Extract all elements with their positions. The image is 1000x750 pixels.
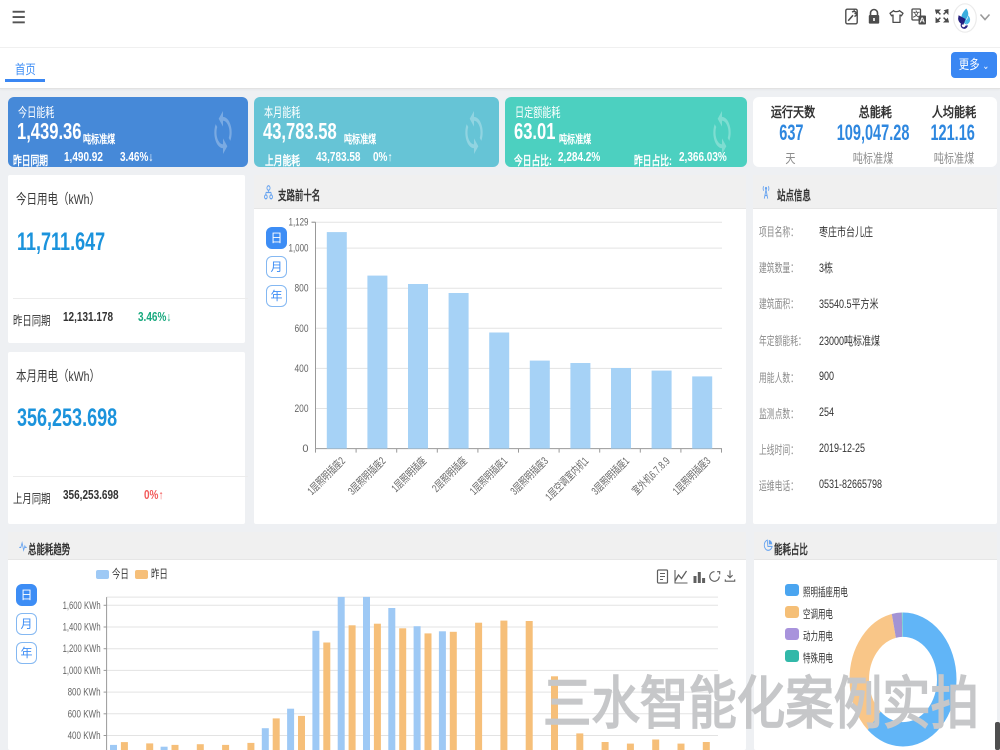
svg-text:1层空调室内机1: 1层空调室内机1 (542, 454, 591, 503)
svg-text:1,129: 1,129 (289, 217, 309, 229)
svg-text:室外机6.7.8.9: 室外机6.7.8.9 (629, 454, 673, 498)
svg-text:0: 0 (302, 443, 308, 455)
svg-text:600: 600 (295, 323, 309, 335)
svg-text:1层照明插座1: 1层照明插座1 (466, 454, 510, 498)
svg-text:800: 800 (295, 283, 309, 295)
svg-text:3层照明插座3: 3层照明插座3 (507, 454, 551, 498)
svg-text:1,200 KWh: 1,200 KWh (63, 643, 101, 655)
svg-text:1层照明插座: 1层照明插座 (388, 454, 429, 495)
svg-text:1,400 KWh: 1,400 KWh (63, 622, 101, 634)
svg-text:200: 200 (295, 403, 309, 415)
svg-text:2层照明插座: 2层照明插座 (429, 454, 470, 495)
svg-text:3层照明插座1: 3层照明插座1 (588, 454, 632, 498)
svg-text:400: 400 (295, 363, 309, 375)
svg-text:400 KWh: 400 KWh (68, 730, 101, 742)
svg-text:1,000: 1,000 (289, 243, 309, 255)
svg-text:1层照明插座2: 1层照明插座2 (304, 454, 348, 498)
svg-text:1,600 KWh: 1,600 KWh (63, 600, 101, 612)
svg-text:3层照明插座2: 3层照明插座2 (345, 454, 389, 498)
svg-text:600 KWh: 600 KWh (68, 708, 101, 720)
svg-text:A: A (919, 16, 925, 25)
svg-text:1,000 KWh: 1,000 KWh (63, 665, 101, 677)
svg-text:1层照明插座3: 1层照明插座3 (669, 454, 713, 498)
svg-text:800 KWh: 800 KWh (68, 687, 101, 699)
